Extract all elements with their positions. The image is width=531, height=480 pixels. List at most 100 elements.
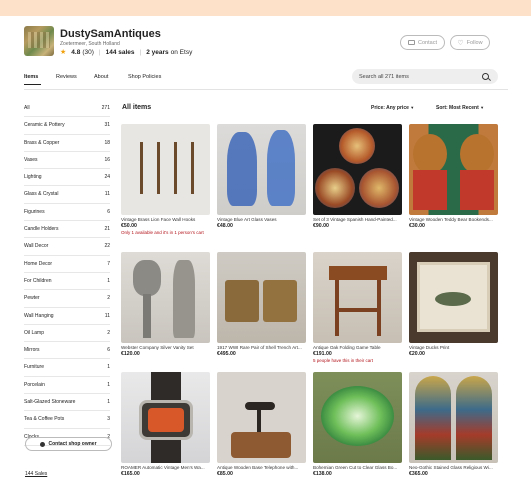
tab-about[interactable]: About bbox=[94, 74, 108, 80]
sidebar-category-item[interactable]: Vases 16 bbox=[24, 152, 110, 170]
category-count: 1 bbox=[107, 399, 110, 406]
listing-image-detail bbox=[339, 128, 375, 164]
category-name: Candle Holders bbox=[24, 226, 59, 233]
listing-image[interactable] bbox=[121, 372, 210, 463]
sidebar-category-item[interactable]: Porcelain 1 bbox=[24, 377, 110, 395]
listing-title[interactable]: Vintage Blue Art Glass Vases bbox=[217, 217, 306, 222]
listing-image-detail bbox=[148, 408, 184, 432]
listing-card[interactable]: Neo-Gothic Stained Glass Religious Wi...… bbox=[409, 372, 498, 477]
listing-image[interactable] bbox=[409, 372, 498, 463]
listing-image[interactable] bbox=[121, 124, 210, 215]
sidebar-category-item[interactable]: Ceramic & Pottery 31 bbox=[24, 117, 110, 135]
sales-link[interactable]: 144 Sales bbox=[25, 471, 47, 477]
listing-image[interactable] bbox=[409, 124, 498, 215]
listing-card[interactable]: Bohemian Green Cut to Clear Glass Bo... €… bbox=[313, 372, 402, 477]
sidebar-category-item[interactable]: Figurines 6 bbox=[24, 204, 110, 222]
listing-image[interactable] bbox=[217, 124, 306, 215]
listing-image-detail bbox=[143, 294, 151, 338]
category-name: Pewter bbox=[24, 295, 40, 302]
sidebar-category-item[interactable]: Mirrors 6 bbox=[24, 342, 110, 360]
shop-name[interactable]: DustySamAntiques bbox=[60, 28, 161, 40]
listing-card[interactable]: Vintage Ducks Print €20.00 bbox=[409, 252, 498, 357]
listing-card[interactable]: Vintage Wooden Teddy Bear Bookends... €30… bbox=[409, 124, 498, 229]
listing-card[interactable]: Set of 3 Vintage Spanish Hand-Painted...… bbox=[313, 124, 402, 229]
listing-title[interactable]: Vintage Brass Lion Face Wall Hooks bbox=[121, 217, 210, 222]
listing-image-detail bbox=[321, 386, 394, 446]
tab-items[interactable]: Items bbox=[24, 74, 38, 80]
category-name: Glass & Crystal bbox=[24, 191, 59, 198]
sidebar-category-item[interactable]: Candle Holders 21 bbox=[24, 221, 110, 239]
listing-price: €30.00 bbox=[409, 223, 425, 229]
listing-title[interactable]: Webster Company Silver Vanity Set bbox=[121, 345, 210, 350]
listing-image-detail bbox=[227, 132, 257, 206]
listing-image[interactable] bbox=[409, 252, 498, 343]
contact-button[interactable]: Contact bbox=[400, 35, 445, 50]
listing-title[interactable]: ROAMER Automatic Vintage Men's Wa... bbox=[121, 465, 210, 470]
listing-image-detail bbox=[245, 402, 275, 410]
sidebar-category-item[interactable]: Wall Hanging 11 bbox=[24, 308, 110, 325]
sidebar-category-item[interactable]: Brass & Copper 18 bbox=[24, 135, 110, 152]
listing-image-detail bbox=[263, 280, 297, 322]
listing-image-detail bbox=[377, 280, 381, 336]
contact-shop-owner-button[interactable]: Contact shop owner bbox=[25, 437, 112, 451]
listing-urgency-note: 5 people have this in their cart bbox=[313, 358, 374, 363]
listing-card[interactable]: Vintage Brass Lion Face Wall Hooks €50.00… bbox=[121, 124, 210, 236]
shop-header: DustySamAntiques Zoetermeer, South Holla… bbox=[24, 26, 508, 66]
follow-button[interactable]: ♡ Follow bbox=[450, 35, 490, 50]
sidebar-category-item[interactable]: Salt-Glazed Stoneware 1 bbox=[24, 394, 110, 412]
category-count: 271 bbox=[101, 105, 110, 111]
message-icon bbox=[40, 441, 46, 447]
category-name: Wall Decor bbox=[24, 243, 49, 250]
tab-reviews[interactable]: Reviews bbox=[56, 74, 77, 80]
category-count: 1 bbox=[107, 277, 110, 284]
listing-image-detail bbox=[133, 260, 161, 296]
listing-image[interactable] bbox=[121, 252, 210, 343]
search-icon[interactable] bbox=[482, 73, 489, 80]
sidebar-category-item[interactable]: All 271 bbox=[24, 100, 110, 118]
category-name: Figurines bbox=[24, 208, 45, 215]
listing-title[interactable]: Set of 3 Vintage Spanish Hand-Painted... bbox=[313, 217, 402, 222]
category-name: Salt-Glazed Stoneware bbox=[24, 399, 76, 406]
sidebar-category-item[interactable]: Glass & Crystal 11 bbox=[24, 186, 110, 204]
sidebar-category-item[interactable]: Lighting 24 bbox=[24, 169, 110, 187]
listing-title[interactable]: Vintage Wooden Teddy Bear Bookends... bbox=[409, 217, 498, 222]
shop-logo[interactable] bbox=[24, 26, 54, 56]
category-name: Wall Hanging bbox=[24, 312, 54, 319]
price-filter-dropdown[interactable]: Price: Any price ▼ bbox=[371, 105, 414, 111]
sidebar-category-item[interactable]: For Children 1 bbox=[24, 273, 110, 291]
listing-title[interactable]: Antique Wooden Base Telephone with... bbox=[217, 465, 306, 470]
search-input[interactable]: Search all 271 items bbox=[352, 69, 498, 84]
listing-image[interactable] bbox=[313, 372, 402, 463]
listing-title[interactable]: Bohemian Green Cut to Clear Glass Bo... bbox=[313, 465, 402, 470]
sidebar-category-item[interactable]: Pewter 2 bbox=[24, 290, 110, 308]
category-count: 16 bbox=[104, 156, 110, 163]
sort-dropdown[interactable]: Sort: Most Recent ▼ bbox=[436, 105, 484, 111]
category-count: 22 bbox=[104, 243, 110, 250]
category-name: Home Decor bbox=[24, 260, 53, 267]
category-count: 3 bbox=[107, 416, 110, 423]
category-count: 21 bbox=[104, 226, 110, 233]
sidebar-category-item[interactable]: Wall Decor 22 bbox=[24, 238, 110, 256]
listing-image[interactable] bbox=[313, 252, 402, 343]
listing-card[interactable]: Antique Wooden Base Telephone with... €85… bbox=[217, 372, 306, 477]
sidebar-category-item[interactable]: Furniture 1 bbox=[24, 359, 110, 377]
listing-image[interactable] bbox=[217, 372, 306, 463]
listing-image-detail bbox=[173, 260, 195, 338]
sidebar-category-item[interactable]: Home Decor 7 bbox=[24, 256, 110, 273]
sidebar-category-item[interactable]: Tea & Coffee Pots 3 bbox=[24, 411, 110, 429]
listing-title[interactable]: Antique Oak Folding Game Table bbox=[313, 345, 402, 350]
listing-card[interactable]: Webster Company Silver Vanity Set €120.00 bbox=[121, 252, 210, 357]
listing-card[interactable]: ROAMER Automatic Vintage Men's Wa... €165… bbox=[121, 372, 210, 477]
sidebar-category-item[interactable]: Oil Lamp 2 bbox=[24, 325, 110, 343]
listing-card[interactable]: Antique Oak Folding Game Table €191.00 5 p… bbox=[313, 252, 402, 364]
shop-reviews-count[interactable]: (30) bbox=[82, 49, 94, 56]
listing-title[interactable]: Neo-Gothic Stained Glass Religious Wi... bbox=[409, 465, 498, 470]
category-name: Tea & Coffee Pots bbox=[24, 416, 65, 423]
tab-shop-policies[interactable]: Shop Policies bbox=[128, 74, 161, 80]
listing-card[interactable]: Vintage Blue Art Glass Vases €48.00 bbox=[217, 124, 306, 229]
listing-card[interactable]: 1917 WWI Rare Pair of Shell Trench Art..… bbox=[217, 252, 306, 357]
listing-title[interactable]: 1917 WWI Rare Pair of Shell Trench Art..… bbox=[217, 345, 306, 350]
listing-image[interactable] bbox=[217, 252, 306, 343]
listing-title[interactable]: Vintage Ducks Print bbox=[409, 345, 498, 350]
listing-image[interactable] bbox=[313, 124, 402, 215]
